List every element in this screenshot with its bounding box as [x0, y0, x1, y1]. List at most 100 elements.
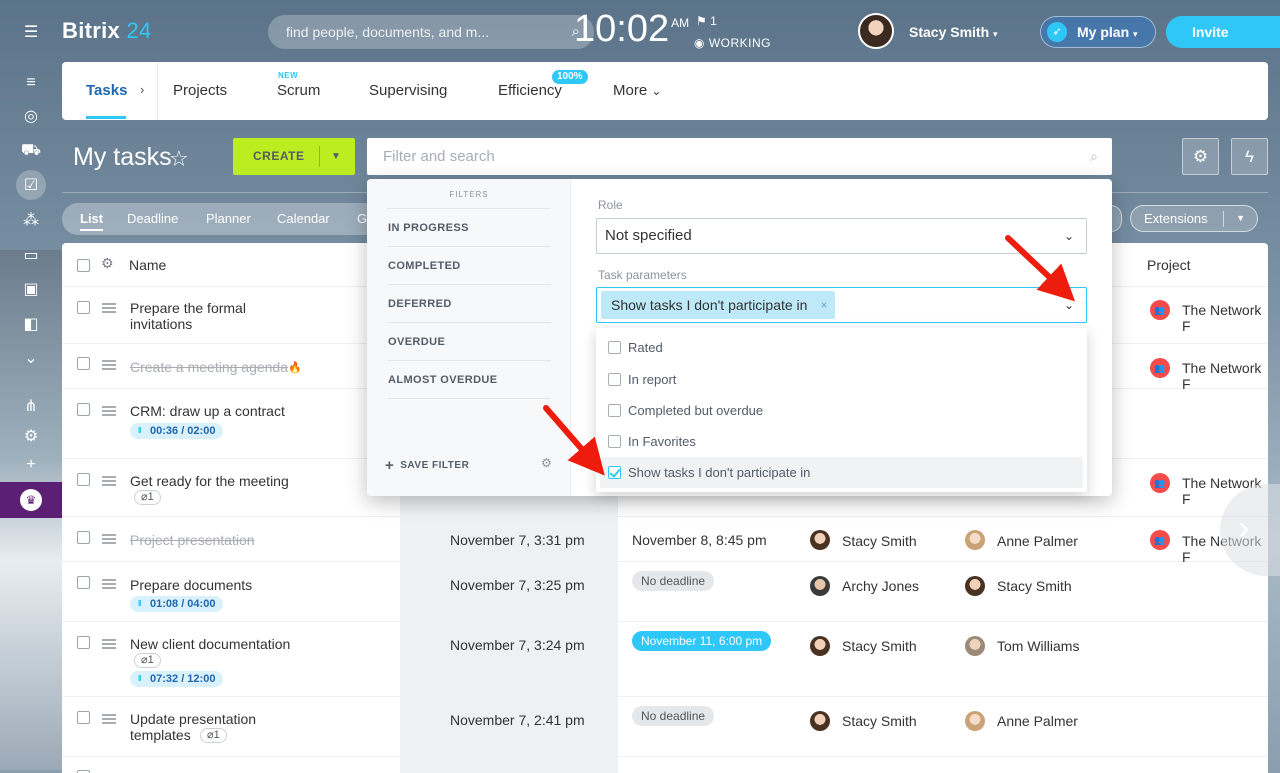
responsible-person[interactable]: Archy Jones [842, 578, 919, 594]
avatar[interactable] [810, 636, 830, 656]
deadline-badge[interactable]: No deadline [632, 706, 715, 726]
filter-preset-completed[interactable]: COMPLETED [388, 247, 551, 285]
time-tracker-badge[interactable]: 07:32 / 12:00 [130, 671, 224, 687]
tab-tasks[interactable]: Tasks [86, 82, 127, 99]
robot-icon[interactable]: ▣ [16, 274, 46, 304]
time-tracker-badge[interactable]: 00:36 / 02:00 [130, 423, 224, 439]
star-icon[interactable]: ☆ [169, 146, 189, 172]
option-in-report[interactable]: In report [600, 364, 1083, 395]
view-list[interactable]: List [80, 211, 104, 231]
chevron-down-circle-icon[interactable]: ⌄ [16, 343, 46, 373]
created-by[interactable]: Anne Palmer [997, 533, 1078, 549]
clock[interactable]: 10:02 AM [574, 8, 689, 51]
filter-preset-deferred[interactable]: DEFERRED [388, 285, 551, 323]
option-checkbox[interactable] [608, 435, 621, 448]
option-rated[interactable]: Rated [600, 332, 1083, 363]
responsible-person[interactable]: Stacy Smith [842, 713, 917, 729]
drag-handle-icon[interactable] [102, 476, 116, 486]
contact-card-icon[interactable]: ▭ [16, 240, 46, 270]
row-checkbox[interactable] [77, 473, 90, 486]
crown-button[interactable]: ♛ [0, 482, 62, 518]
table-row[interactable]: Prepare documents 01:08 / 04:00 November… [62, 562, 1268, 622]
gear-icon[interactable]: ⚙ [101, 255, 114, 272]
box-icon[interactable]: ◧ [16, 309, 46, 339]
option-checkbox-checked[interactable] [608, 466, 621, 479]
tasks-icon[interactable]: ☑ [16, 170, 46, 200]
structure-icon[interactable]: ⋔ [16, 391, 46, 421]
cart-icon[interactable]: ⛟ [16, 136, 46, 166]
logo[interactable]: Bitrix 24 [62, 18, 152, 44]
gear-icon[interactable]: ⚙ [16, 421, 46, 451]
drag-handle-icon[interactable] [102, 406, 116, 416]
network-icon[interactable]: ⁂ [16, 205, 46, 235]
deadline-badge[interactable]: November 11, 6:00 pm [632, 631, 772, 651]
gear-icon[interactable]: ⚙ [541, 456, 552, 470]
deadline[interactable]: November 8, 8:45 pm [632, 532, 767, 548]
column-name[interactable]: Name [129, 257, 166, 273]
created-by[interactable]: Tom Williams [997, 638, 1079, 654]
plus-icon[interactable]: + [16, 450, 46, 480]
work-status[interactable]: ◉ WORKING [694, 36, 771, 50]
drag-handle-icon[interactable] [102, 579, 116, 589]
project-name[interactable]: The Network F [1182, 302, 1268, 334]
filter-search-input[interactable]: Filter and search ⌕ [367, 138, 1112, 175]
created-by[interactable]: Anne Palmer [997, 713, 1078, 729]
global-search-input[interactable]: find people, documents, and m... ⌕ [268, 15, 594, 49]
task-name[interactable]: New client documentation [130, 636, 290, 652]
avatar[interactable] [965, 530, 985, 550]
avatar[interactable] [810, 576, 830, 596]
option-completed-but-overdue[interactable]: Completed but overdue [600, 395, 1083, 426]
row-checkbox[interactable] [77, 403, 90, 416]
filter-preset-in-progress[interactable]: IN PROGRESS [388, 209, 551, 247]
view-calendar[interactable]: Calendar [277, 211, 330, 226]
drag-handle-icon[interactable] [102, 534, 116, 544]
extensions-button[interactable]: Extensions ▼ [1130, 205, 1258, 232]
responsible-person[interactable]: Stacy Smith [842, 533, 917, 549]
option-checkbox[interactable] [608, 404, 621, 417]
tab-projects[interactable]: Projects [173, 82, 227, 99]
row-checkbox[interactable] [77, 576, 90, 589]
created-by[interactable]: Stacy Smith [997, 578, 1072, 594]
row-checkbox[interactable] [77, 711, 90, 724]
column-project[interactable]: Project [1147, 257, 1191, 273]
close-icon[interactable]: × [820, 291, 827, 319]
chevron-down-icon[interactable]: ⌄ [1064, 288, 1074, 322]
avatar[interactable] [810, 711, 830, 731]
option-checkbox[interactable] [608, 341, 621, 354]
role-select[interactable]: Not specified ⌄ [596, 218, 1087, 254]
time-tracker-badge[interactable]: 01:08 / 04:00 [130, 596, 224, 612]
row-checkbox[interactable] [77, 357, 90, 370]
tab-supervising[interactable]: Supervising [369, 82, 447, 99]
row-checkbox[interactable] [77, 636, 90, 649]
avatar[interactable] [965, 711, 985, 731]
settings-button[interactable]: ⚙ [1182, 138, 1219, 175]
drag-handle-icon[interactable] [102, 714, 116, 724]
chevron-down-icon[interactable]: ▼ [331, 138, 341, 175]
responsible-person[interactable]: Stacy Smith [842, 638, 917, 654]
table-row[interactable]: Update presentation templates ⌀1 Novembe… [62, 697, 1268, 757]
deadline-badge[interactable]: No deadline [632, 571, 715, 591]
automation-button[interactable]: ϟ [1231, 138, 1268, 175]
attachment-badge[interactable]: ⌀1 [134, 490, 161, 505]
task-name[interactable]: Update presentation [130, 711, 256, 727]
tab-more[interactable]: More ⌄ [613, 82, 661, 99]
select-all-checkbox[interactable] [77, 259, 90, 272]
drag-handle-icon[interactable] [102, 360, 116, 370]
drag-handle-icon[interactable] [102, 303, 116, 313]
user-avatar[interactable] [858, 13, 894, 49]
row-checkbox[interactable] [77, 301, 90, 314]
table-row[interactable] [62, 757, 1268, 773]
selected-parameter-tag[interactable]: Show tasks I don't participate in × [601, 291, 836, 319]
avatar[interactable] [965, 576, 985, 596]
attachment-badge[interactable]: ⌀1 [134, 653, 161, 668]
option-checkbox[interactable] [608, 373, 621, 386]
invite-button[interactable]: Invite ▼ [1166, 16, 1280, 48]
user-menu[interactable]: Stacy Smith ▾ [909, 24, 998, 40]
task-name[interactable]: Project presentation [130, 532, 255, 548]
attachment-badge[interactable]: ⌀1 [200, 728, 227, 743]
table-row[interactable]: New client documentation ⌀1 07:32 / 12:0… [62, 622, 1268, 697]
target-icon[interactable]: ◎ [16, 101, 46, 131]
row-checkbox[interactable] [77, 531, 90, 544]
task-name[interactable]: Prepare the formal [130, 300, 246, 316]
filter-preset-overdue[interactable]: OVERDUE [388, 323, 551, 361]
